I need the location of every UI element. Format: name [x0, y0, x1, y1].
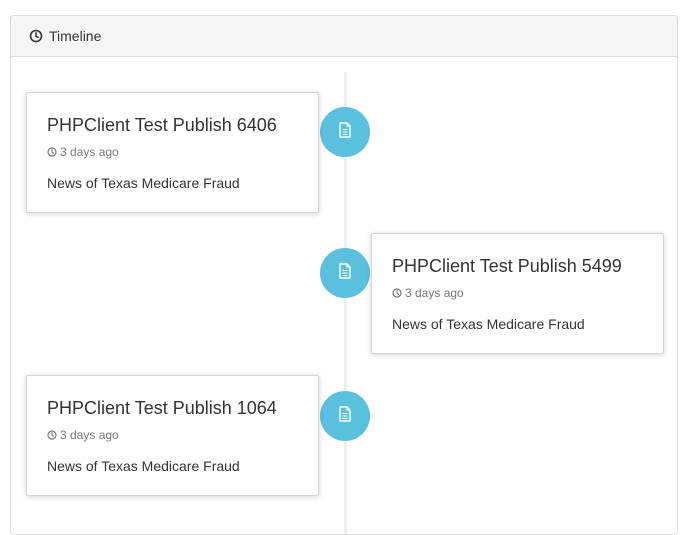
timeline-card: PHPClient Test Publish 5499 3 days ago N… [371, 233, 664, 354]
timeline-card: PHPClient Test Publish 1064 3 days ago N… [26, 375, 319, 496]
clock-icon [29, 29, 43, 43]
document-icon [338, 262, 352, 284]
timeline-badge [320, 391, 370, 441]
card-time: 3 days ago [405, 286, 464, 300]
card-title: PHPClient Test Publish 5499 [392, 256, 622, 276]
clock-icon [47, 430, 57, 440]
timeline: PHPClient Test Publish 6406 3 days ago N… [11, 57, 677, 534]
card-meta: 3 days ago [47, 428, 298, 442]
card-meta: 3 days ago [392, 286, 643, 300]
timeline-badge [320, 248, 370, 298]
card-title: PHPClient Test Publish 6406 [47, 115, 277, 135]
timeline-badge [320, 107, 370, 157]
card-body: News of Texas Medicare Fraud [392, 316, 585, 332]
clock-icon [47, 147, 57, 157]
timeline-panel: Timeline PHPClient Test Publish 6406 3 d… [10, 15, 678, 535]
card-meta: 3 days ago [47, 145, 298, 159]
document-icon [338, 121, 352, 143]
card-body: News of Texas Medicare Fraud [47, 458, 240, 474]
card-time: 3 days ago [60, 145, 119, 159]
card-title: PHPClient Test Publish 1064 [47, 398, 277, 418]
panel-title: Timeline [49, 28, 102, 44]
card-body: News of Texas Medicare Fraud [47, 175, 240, 191]
timeline-card: PHPClient Test Publish 6406 3 days ago N… [26, 92, 319, 213]
clock-icon [392, 288, 402, 298]
card-time: 3 days ago [60, 428, 119, 442]
document-icon [338, 405, 352, 427]
panel-heading: Timeline [11, 16, 677, 57]
